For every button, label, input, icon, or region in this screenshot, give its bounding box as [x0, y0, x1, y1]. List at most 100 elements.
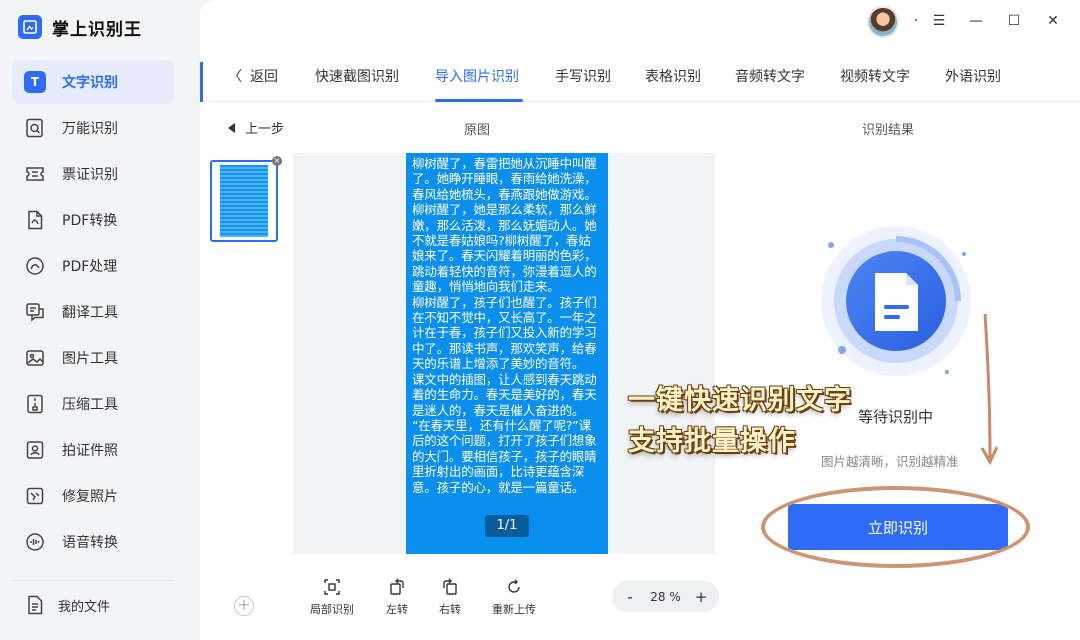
- sidebar-item-voice-convert[interactable]: 语音转换: [12, 520, 174, 564]
- app-logo-icon: [18, 15, 42, 39]
- zoom-out-button[interactable]: -: [622, 588, 638, 606]
- rotate-right-label: 右转: [439, 603, 461, 616]
- title-bar: · ☰ — ☐ ✕: [200, 0, 1080, 46]
- sidebar-item-label: PDF转换: [62, 213, 118, 229]
- crop-recognize-button[interactable]: 局部识别: [302, 578, 362, 617]
- back-label: 返回: [250, 69, 278, 85]
- zoom-value: 28 %: [650, 589, 681, 604]
- remove-thumbnail-icon[interactable]: ×: [272, 156, 282, 166]
- doc-paragraph: “在春天里，还有什么醒了呢?”课后的这个问题，打开了孩子们想象的大门。要相信孩子…: [412, 417, 597, 495]
- sidebar-item-label: 语音转换: [62, 535, 118, 551]
- decor-dot: [838, 346, 846, 354]
- left-accent-bar: [200, 62, 203, 102]
- main-panel: · ☰ — ☐ ✕ 〈 返回 快速截图识别 导入图片识别 手写识别 表格识别 音…: [200, 0, 1080, 640]
- decor-dot: [945, 370, 949, 374]
- sidebar-item-image-tool[interactable]: 图片工具: [12, 336, 174, 380]
- rotate-left-icon: [388, 578, 406, 596]
- chevron-left-icon: 〈: [228, 69, 242, 85]
- file-icon: [24, 594, 46, 616]
- active-tab-underline: [435, 99, 523, 102]
- brand: 掌上识别王: [18, 13, 142, 41]
- reupload-button[interactable]: 重新上传: [484, 578, 544, 617]
- promo-caption: 一键快速识别文字 支持批量操作: [628, 380, 852, 462]
- highlight-ellipse: [761, 486, 1030, 568]
- sidebar-item-label: 图片工具: [62, 351, 118, 367]
- rotate-left-label: 左转: [386, 603, 408, 616]
- tab-video-to-text[interactable]: 视频转文字: [840, 66, 910, 86]
- image-tool-icon: [24, 347, 46, 369]
- sidebar-item-universal-recognition[interactable]: 万能识别: [12, 106, 174, 150]
- sidebar-nav: T 文字识别 万能识别 票证识别 PDF转换 PDF处理 翻译工具 图片工具 压…: [12, 60, 174, 566]
- tab-quick-screenshot[interactable]: 快速截图识别: [315, 66, 399, 86]
- close-button[interactable]: ✕: [1042, 10, 1064, 32]
- image-thumbnail[interactable]: [210, 160, 278, 242]
- maximize-button[interactable]: ☐: [1003, 10, 1025, 32]
- waiting-illustration: [820, 225, 972, 377]
- reupload-label: 重新上传: [492, 603, 536, 616]
- tab-foreign-language[interactable]: 外语识别: [945, 66, 1001, 86]
- promo-line-2: 支持批量操作: [628, 426, 796, 457]
- sidebar-item-photo-repair[interactable]: 修复照片: [12, 474, 174, 518]
- sidebar-item-label: 压缩工具: [62, 397, 118, 413]
- crop-label: 局部识别: [310, 603, 354, 616]
- sidebar-item-label: 修复照片: [62, 489, 118, 505]
- my-files-button[interactable]: 我的文件: [24, 594, 110, 616]
- crop-icon: [323, 578, 341, 596]
- app-name: 掌上识别王: [52, 19, 142, 40]
- sidebar-item-id-photo[interactable]: 拍证件照: [12, 428, 174, 472]
- translate-icon: [24, 301, 46, 323]
- sidebar-item-translate[interactable]: 翻译工具: [12, 290, 174, 334]
- photo-repair-icon: [24, 485, 46, 507]
- sidebar-item-label: 翻译工具: [62, 305, 118, 321]
- tab-bar: 〈 返回 快速截图识别 导入图片识别 手写识别 表格识别 音频转文字 视频转文字…: [200, 46, 1080, 102]
- prev-step-button[interactable]: 上一步: [228, 118, 284, 137]
- decor-dot: [962, 252, 966, 256]
- arrow-down-icon: [980, 313, 999, 466]
- zoom-in-button[interactable]: +: [693, 588, 709, 606]
- page-indicator: 1/1: [485, 515, 529, 537]
- sidebar-item-label: 拍证件照: [62, 443, 118, 459]
- voice-convert-icon: [24, 531, 46, 553]
- add-image-button[interactable]: +: [234, 596, 254, 616]
- sidebar-item-pdf-convert[interactable]: PDF转换: [12, 198, 174, 242]
- id-photo-icon: [24, 439, 46, 461]
- back-button[interactable]: 〈 返回: [228, 66, 278, 86]
- promo-line-1: 一键快速识别文字: [628, 385, 852, 416]
- sidebar-item-ticket-recognition[interactable]: 票证识别: [12, 152, 174, 196]
- sidebar-item-label: PDF处理: [62, 259, 118, 275]
- rotate-right-button[interactable]: 右转: [420, 578, 480, 617]
- rotate-right-icon: [441, 578, 459, 596]
- sidebar-item-text-recognition[interactable]: T 文字识别: [12, 60, 174, 104]
- doc-paragraph: 柳树醒了，孩子们也醒了。孩子们在不知不觉中，又长高了。一年之计在于春，孩子们又投…: [412, 294, 597, 372]
- status-text: 等待识别中: [858, 408, 934, 426]
- minimize-button[interactable]: —: [965, 10, 987, 32]
- pdf-convert-icon: [24, 209, 46, 231]
- tab-table[interactable]: 表格识别: [645, 66, 701, 86]
- tab-audio-to-text[interactable]: 音频转文字: [735, 66, 805, 86]
- doc-paragraph: 柳树醒了，春雷把她从沉睡中叫醒了。她睁开睡眼，春雨给她洗澡，春风给她梳头，春燕跟…: [412, 156, 597, 295]
- result-label: 识别结果: [862, 123, 915, 138]
- refresh-icon: [505, 578, 523, 596]
- pdf-process-icon: [24, 255, 46, 277]
- sidebar-divider: [12, 580, 174, 581]
- menu-icon[interactable]: ☰: [928, 10, 950, 32]
- zoom-control: - 28 % +: [612, 581, 719, 612]
- document-image: 柳树醒了，春雷把她从沉睡中叫醒了。她睁开睡眼，春雨给她洗澡，春风给她梳头，春燕跟…: [406, 153, 608, 554]
- tab-import-image[interactable]: 导入图片识别: [435, 66, 519, 86]
- avatar[interactable]: [867, 6, 899, 38]
- triangle-left-icon: [228, 122, 235, 133]
- thumbnail-image: [220, 165, 268, 237]
- rotate-left-button[interactable]: 左转: [367, 578, 427, 617]
- sidebar-item-pdf-process[interactable]: PDF处理: [12, 244, 174, 288]
- sidebar-item-compress[interactable]: 压缩工具: [12, 382, 174, 426]
- original-image-label: 原图: [464, 123, 491, 138]
- my-files-label: 我的文件: [58, 599, 111, 615]
- document-scan-icon: [821, 226, 971, 376]
- sidebar: 掌上识别王 T 文字识别 万能识别 票证识别 PDF转换 PDF处理 翻译工具 …: [0, 0, 200, 640]
- tab-handwriting[interactable]: 手写识别: [555, 66, 611, 86]
- menu-dot[interactable]: ·: [905, 10, 927, 32]
- compress-icon: [24, 393, 46, 415]
- sidebar-item-label: 票证识别: [62, 167, 118, 183]
- ticket-recognition-icon: [24, 163, 46, 185]
- doc-paragraph: 课文中的插图，让人感到春天跳动着的生命力。春天是美好的，春天是迷人的，春天是催人…: [412, 371, 597, 418]
